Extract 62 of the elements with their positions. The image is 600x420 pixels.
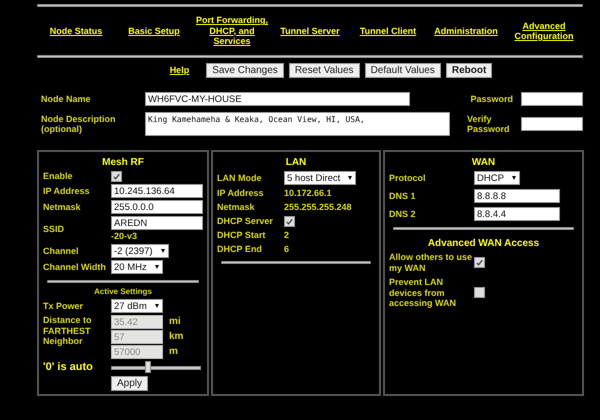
field-label: Channel: [43, 246, 80, 256]
node-name-field[interactable]: WH6FVC-MY-HOUSE: [145, 92, 410, 106]
nav-link[interactable]: Tunnel Server: [271, 26, 349, 36]
field-label: DHCP Server: [217, 216, 274, 227]
action-button[interactable]: Reboot: [446, 63, 492, 78]
field-value: 6: [284, 244, 290, 255]
field-value: 255.255.255.248: [284, 202, 352, 213]
option-label: Allow others to use my WAN: [389, 252, 474, 273]
nav-link[interactable]: Basic Setup: [115, 26, 193, 36]
field-label: Password: [469, 94, 514, 104]
nav-link[interactable]: Tunnel Client: [349, 26, 427, 36]
nav-link[interactable]: Administration: [427, 26, 505, 36]
ssid-field[interactable]: AREDN: [111, 216, 203, 230]
panel-title: Mesh RF: [101, 157, 145, 168]
nav-link[interactable]: Port Forwarding, DHCP, and Services: [193, 15, 271, 47]
field-label: IP Address: [43, 186, 91, 196]
field-label: LAN Mode: [217, 172, 262, 184]
field-label: Node Description (optional): [41, 114, 117, 134]
field-label: IP Address: [217, 188, 265, 199]
field-label: Node Name: [41, 94, 92, 104]
field-label: Enable: [43, 171, 74, 182]
auto-note: '0' is auto: [43, 361, 94, 373]
apply-button[interactable]: Apply: [111, 376, 148, 391]
field-label: SSID: [43, 224, 66, 234]
field-label: DHCP Start: [217, 230, 266, 241]
dropdown[interactable]: 27 dBm: [111, 299, 163, 313]
ssid-suffix: -20-v3: [111, 231, 138, 242]
action-button[interactable]: Default Values: [364, 63, 441, 78]
field-label: DHCP End: [217, 244, 263, 255]
option-label: Prevent LAN devices from accessing WAN: [389, 277, 458, 308]
description-field[interactable]: King Kamehameha & Keaka, Ocean View, HI, USA,: [145, 112, 450, 136]
field-label: Channel Width: [43, 262, 107, 272]
panel-title: WAN: [470, 157, 496, 168]
panel-title: LAN: [284, 157, 308, 168]
text-field[interactable]: 8.8.4.4: [474, 207, 560, 221]
action-button[interactable]: Reset Values: [288, 63, 360, 78]
field-value: 2: [284, 230, 290, 241]
unit-label: km: [169, 332, 184, 342]
action-button[interactable]: Save Changes: [206, 63, 284, 78]
dropdown[interactable]: 5 host Direct: [284, 171, 356, 185]
field-value: 10.172.66.1: [284, 188, 332, 199]
field-label: Protocol: [389, 172, 427, 184]
section-title: Advanced WAN Access: [426, 238, 540, 249]
field-label: DNS 2: [389, 208, 417, 220]
field-label: Netmask: [43, 202, 82, 212]
dropdown[interactable]: -2 (2397): [111, 244, 169, 258]
field-label: Distance to FARTHEST Neighbor: [43, 315, 93, 348]
field-label: DNS 1: [389, 190, 417, 202]
nav-link[interactable]: Advanced Configuration: [505, 20, 583, 42]
dropdown[interactable]: 20 MHz: [111, 260, 163, 274]
unit-label: m: [169, 346, 178, 358]
field-label: Verify Password: [466, 114, 511, 134]
field-label: Netmask: [217, 202, 256, 213]
field-label: Tx Power: [43, 300, 84, 312]
text-field[interactable]: 10.245.136.64: [111, 184, 203, 198]
text-field[interactable]: 255.0.0.0: [111, 200, 203, 214]
unit-label: mi: [169, 316, 181, 328]
section-title: Active Settings: [93, 287, 153, 296]
text-field[interactable]: 8.8.8.8: [474, 189, 560, 203]
dropdown[interactable]: DHCP: [474, 171, 520, 185]
help-link[interactable]: Help: [168, 65, 192, 76]
nav-link[interactable]: Node Status: [37, 26, 115, 36]
